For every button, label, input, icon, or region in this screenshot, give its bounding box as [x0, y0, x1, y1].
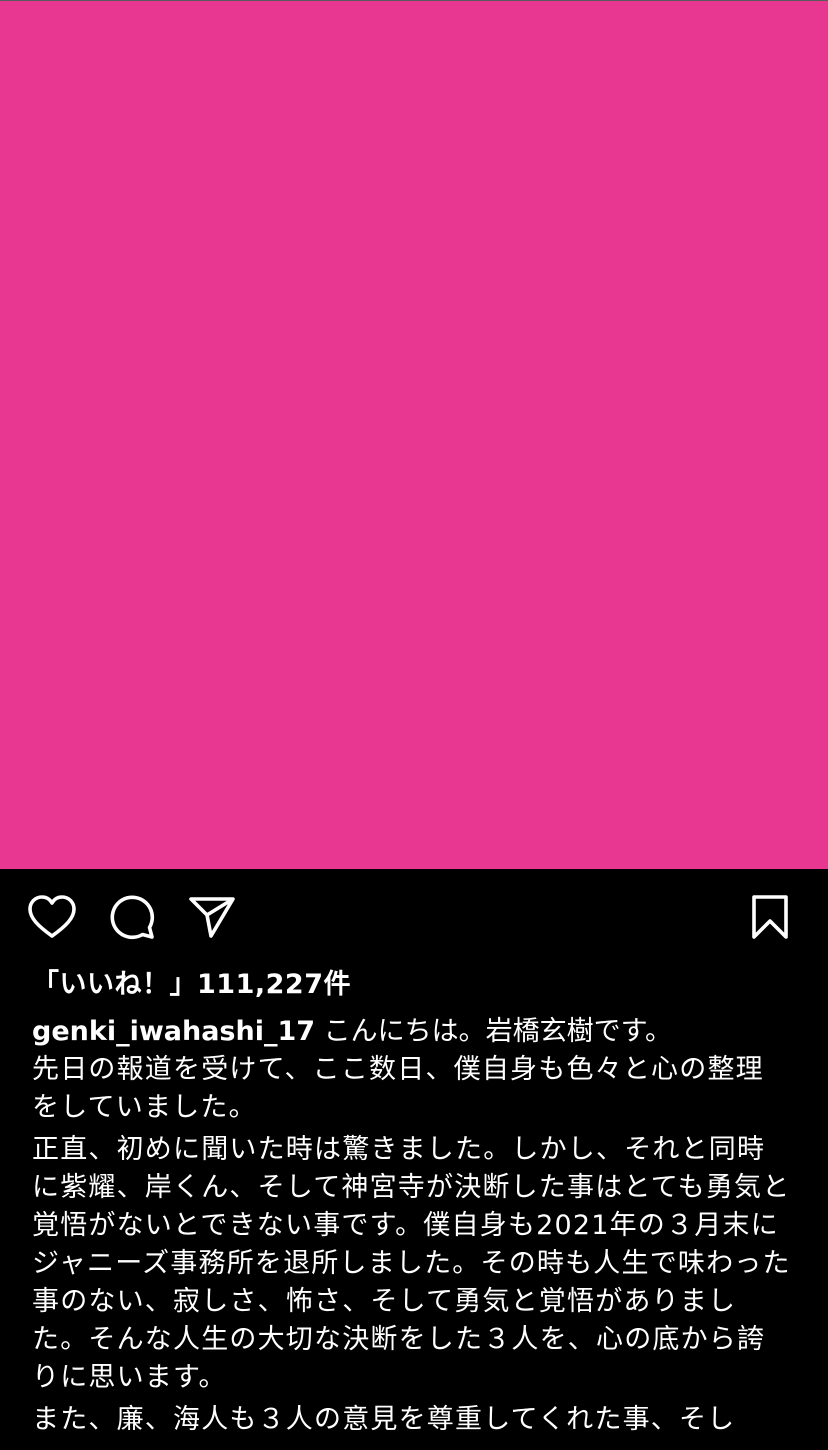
- like-count[interactable]: 「いいね！」111,227件: [32, 962, 351, 1001]
- caption-username[interactable]: genki_iwahashi_17: [32, 1016, 315, 1047]
- caption-greeting: こんにちは。岩橋玄樹です。: [315, 1016, 672, 1047]
- caption-first-line: genki_iwahashi_17 こんにちは。岩橋玄樹です。: [32, 1013, 792, 1051]
- post-caption: genki_iwahashi_17 こんにちは。岩橋玄樹です。 先日の報道を受け…: [32, 1013, 792, 1443]
- caption-paragraph: 先日の報道を受けて、ここ数日、僕自身も色々と心の整理をしていました。: [32, 1054, 764, 1123]
- post-image[interactable]: [0, 0, 828, 869]
- bookmark-icon[interactable]: [751, 895, 789, 939]
- comment-icon[interactable]: [109, 894, 155, 940]
- caption-paragraph: また、廉、海人も３人の意見を尊重してくれた事、そし: [32, 1404, 736, 1435]
- caption-paragraph: 正直、初めに聞いた時は驚きました。しかし、それと同時に紫耀、岸くん、そして神宮寺…: [32, 1134, 791, 1393]
- heart-icon[interactable]: [28, 895, 76, 939]
- share-icon[interactable]: [189, 896, 235, 938]
- action-bar: [0, 869, 828, 965]
